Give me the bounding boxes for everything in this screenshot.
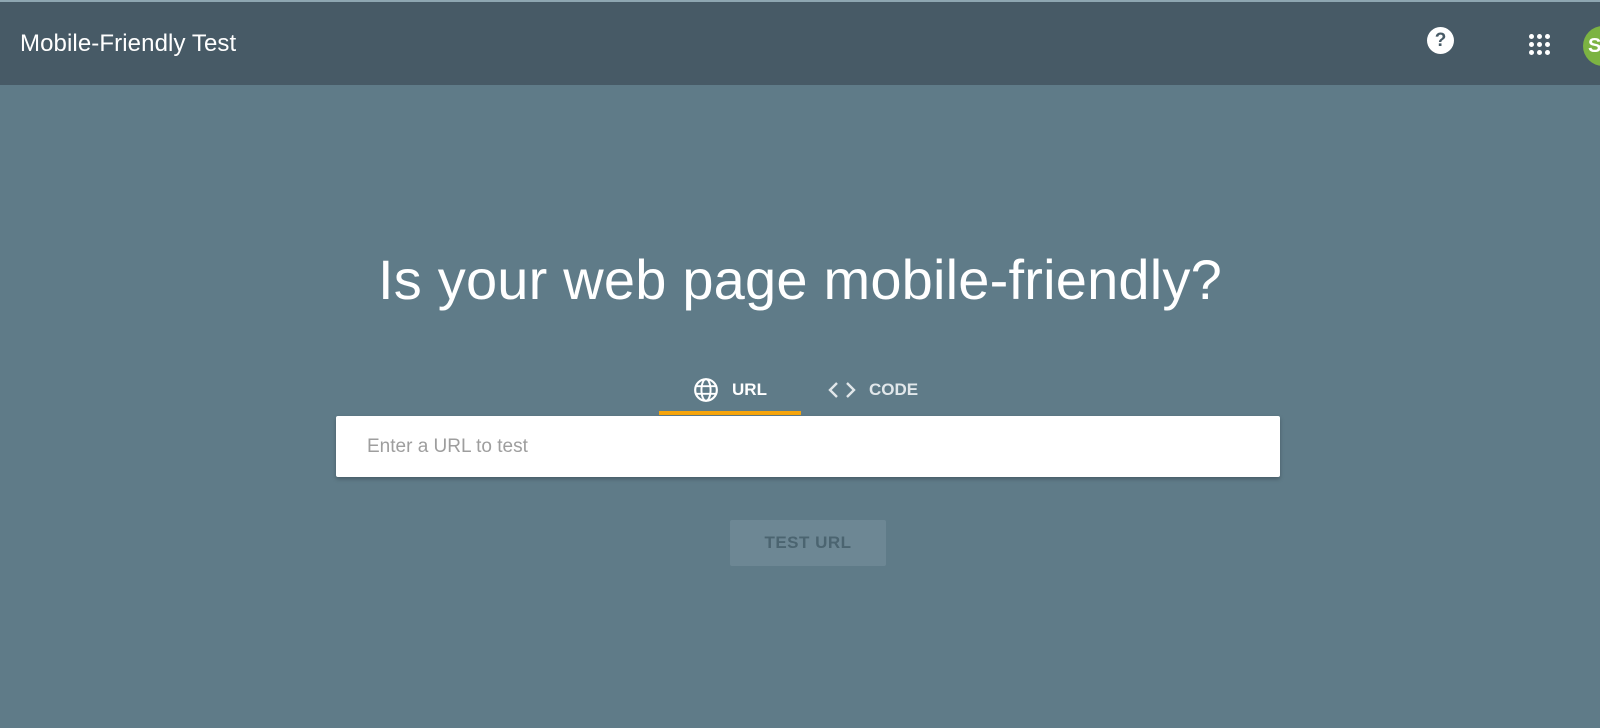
help-icon[interactable]: ? xyxy=(1427,27,1454,54)
app-title: Mobile-Friendly Test xyxy=(20,30,237,57)
globe-icon xyxy=(693,377,719,403)
tab-url[interactable]: URL xyxy=(659,365,801,415)
avatar[interactable]: S xyxy=(1583,26,1600,66)
tab-code-label: CODE xyxy=(868,380,919,399)
tab-code[interactable]: CODE xyxy=(815,365,931,415)
tab-selected-indicator xyxy=(659,411,801,415)
page-heading: Is your web page mobile-friendly? xyxy=(378,248,1222,311)
tab-url-label: URL xyxy=(732,380,767,399)
url-input[interactable] xyxy=(336,416,1280,477)
code-icon xyxy=(828,380,856,400)
help-glyph: ? xyxy=(1434,30,1447,51)
apps-grid-icon[interactable] xyxy=(1529,34,1551,56)
test-url-button[interactable]: TEST URL xyxy=(730,520,886,566)
app-bar: Mobile-Friendly Test ? S xyxy=(0,2,1600,85)
